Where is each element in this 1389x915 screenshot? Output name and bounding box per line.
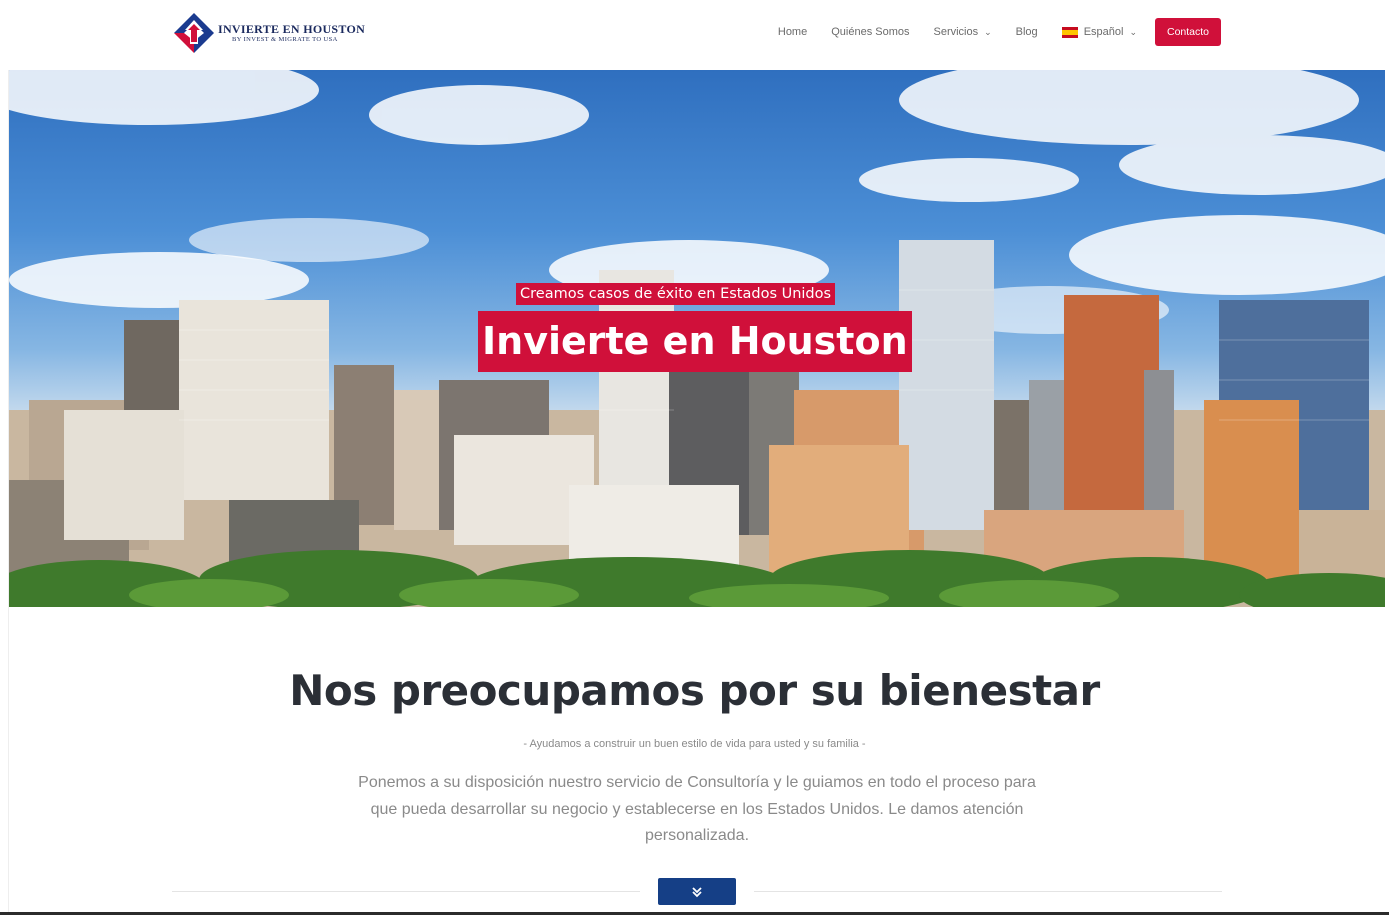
site-header: INVIERTE EN HOUSTON BY INVEST & MIGRATE … (0, 0, 1389, 70)
language-selector[interactable]: Español ⌄ (1061, 26, 1137, 38)
nav-label: Blog (1015, 26, 1038, 38)
divider-right (754, 891, 1222, 892)
nav-label: Quiénes Somos (831, 26, 910, 38)
logo-title: INVIERTE EN HOUSTON (218, 21, 366, 36)
logo-tagline: BY INVEST & MIGRATE TO USA (232, 35, 338, 43)
hero-subtitle: Creamos casos de éxito en Estados Unidos (516, 283, 836, 305)
logo-diamond-icon (174, 13, 214, 53)
section-tagline: - Ayudamos a construir un buen estilo de… (523, 738, 866, 750)
chevron-down-icon: ⌄ (1129, 26, 1137, 37)
section-heading: Nos preocupamos por su bienestar (289, 666, 1100, 715)
hero-banner: Creamos casos de éxito en Estados Unidos… (9, 70, 1385, 607)
scroll-down-button[interactable] (658, 878, 736, 905)
nav-item-quienes-somos[interactable]: Quiénes Somos (831, 26, 909, 38)
nav-item-servicios[interactable]: Servicios ⌄ (933, 26, 991, 38)
language-label: Español (1083, 26, 1124, 38)
chevron-down-icon: ⌄ (984, 26, 992, 37)
contact-button[interactable]: Contacto (1155, 18, 1221, 46)
nav-item-home[interactable]: Home (778, 26, 807, 38)
site-logo[interactable]: INVIERTE EN HOUSTON BY INVEST & MIGRATE … (172, 11, 372, 55)
spain-flag-icon (1061, 26, 1078, 38)
nav-label: Servicios (933, 26, 979, 38)
nav-label: Home (777, 26, 808, 38)
nav-item-blog[interactable]: Blog (1016, 26, 1038, 38)
divider-left (172, 891, 640, 892)
hero-title: Invierte en Houston (478, 311, 912, 372)
double-chevron-down-icon (692, 886, 702, 897)
main-nav: Home Quiénes Somos Servicios ⌄ Blog Espa… (778, 18, 1221, 46)
section-body: Ponemos a su disposición nuestro servici… (358, 774, 1036, 844)
